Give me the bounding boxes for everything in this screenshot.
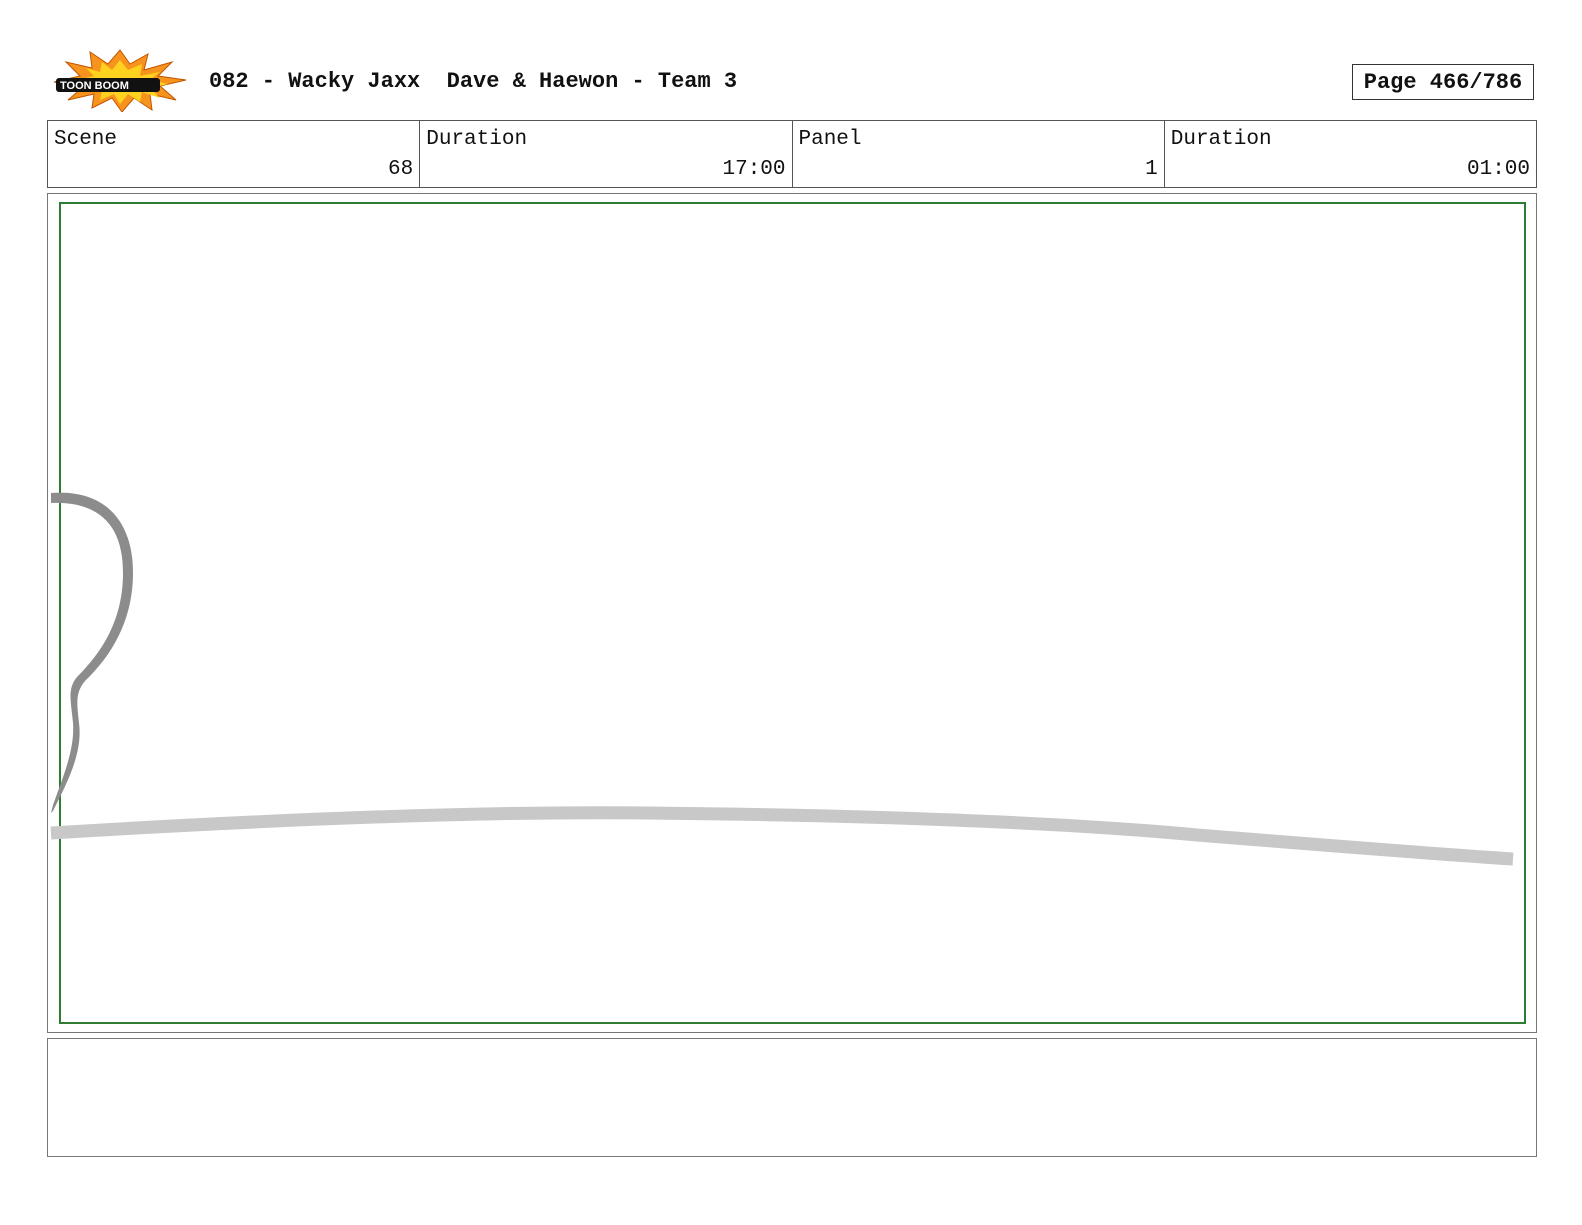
scene-duration-value: 17:00	[722, 158, 786, 181]
panel-notes-box	[47, 1038, 1537, 1157]
scene-duration-cell: Duration 17:00	[420, 121, 793, 187]
scene-label: Scene	[54, 128, 118, 151]
panel-duration-label: Duration	[1170, 128, 1272, 151]
toon-boom-logo: TOON BOOM	[53, 49, 187, 112]
scene-cell: Scene 68	[48, 121, 421, 187]
document-title: 082 - Wacky Jaxx Dave & Haewon - Team 3	[209, 69, 738, 94]
storyboard-panel	[47, 193, 1537, 1033]
page-number: Page 466/786	[1352, 64, 1534, 100]
panel-label: Panel	[798, 128, 862, 151]
panel-duration-cell: Duration 01:00	[1165, 121, 1536, 187]
logo-text: TOON BOOM	[60, 80, 129, 92]
panel-duration-value: 01:00	[1466, 158, 1530, 181]
safe-area-frame	[59, 202, 1526, 1024]
scene-value: 68	[388, 158, 414, 181]
panel-cell: Panel 1	[793, 121, 1165, 187]
scene-duration-label: Duration	[426, 128, 528, 151]
scene-info-table: Scene 68 Duration 17:00 Panel 1 Duration…	[47, 120, 1537, 188]
panel-value: 1	[1145, 158, 1158, 181]
